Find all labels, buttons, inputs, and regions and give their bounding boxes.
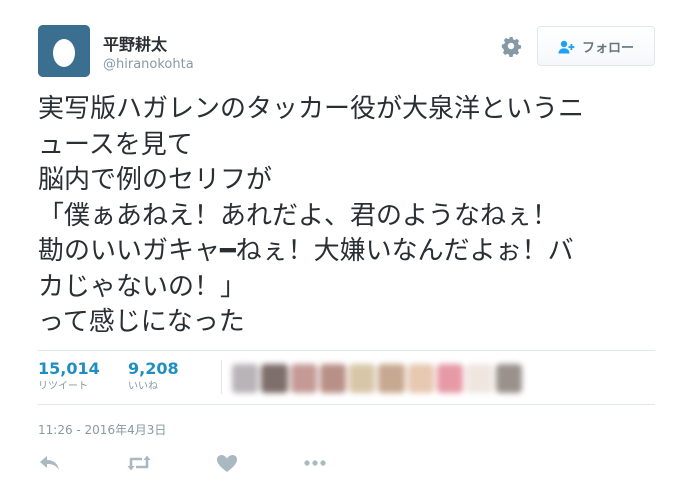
tweet-timestamp[interactable]: 11:26 - 2016年4月3日 [38, 421, 166, 438]
retweet-label: リツイート [38, 381, 88, 392]
tweet-text-line: 脳内で例のセリフが [38, 165, 273, 195]
gear-icon[interactable] [500, 35, 522, 57]
person-plus-icon [558, 39, 576, 54]
more-icon[interactable] [302, 451, 328, 475]
like-label: いいね [128, 381, 158, 392]
liker-avatar[interactable] [466, 363, 493, 393]
tweet-text: 実写版ハガレンのタッカー役が大泉洋というニ ュースを見て 脳内で例のセリフが 「… [38, 92, 658, 341]
liker-avatar[interactable] [349, 363, 376, 393]
tweet-text-line: カじゃないの！」 [38, 271, 247, 302]
tweet-text-line: って感じになった [38, 307, 245, 337]
liker-avatar[interactable] [319, 363, 347, 393]
liker-avatar[interactable] [261, 363, 288, 393]
liker-avatar[interactable] [437, 363, 464, 393]
follow-button-label: フォロー [581, 40, 634, 56]
liker-avatars[interactable] [232, 361, 522, 395]
follow-button[interactable]: フォロー [537, 26, 655, 66]
liker-avatar[interactable] [378, 363, 405, 393]
liker-avatar[interactable] [407, 363, 435, 393]
tweet-card: 平野耕太 @hiranokohta フォロー 実写版ハガレンのタッカー役が大泉洋… [0, 0, 695, 500]
like-count: 9,208 [128, 359, 179, 378]
retweet-count: 15,014 [38, 359, 100, 378]
avatar[interactable] [38, 25, 90, 77]
tweet-text-line: 「僕ぁあねえ！あれだよ、君のようなねぇ！ [38, 200, 559, 231]
tweet-text-line: 勘のいいガキャ━ねぇ！大嫌いなんだよぉ！バ [38, 236, 574, 266]
reply-icon[interactable] [38, 451, 64, 475]
user-display-name[interactable]: 平野耕太 [103, 31, 167, 55]
retweet-icon[interactable] [126, 451, 152, 475]
liker-avatar[interactable] [232, 363, 259, 393]
tweet-text-line: 実写版ハガレンのタッカー役が大泉洋というニ [38, 94, 585, 124]
liker-avatar[interactable] [290, 363, 317, 393]
retweet-stat[interactable]: 15,014 リツイート [38, 359, 100, 395]
liker-avatar[interactable] [495, 363, 522, 393]
like-icon[interactable] [214, 451, 240, 475]
user-handle[interactable]: @hiranokohta [103, 57, 194, 72]
stats-separator [221, 360, 222, 394]
stats-bottom-divider [38, 404, 655, 405]
stats-top-divider [38, 350, 655, 351]
egg-avatar-icon [38, 25, 90, 77]
tweet-text-line: ュースを見て [38, 129, 193, 160]
tweet-actions [38, 451, 358, 475]
like-stat[interactable]: 9,208 いいね [128, 359, 179, 395]
